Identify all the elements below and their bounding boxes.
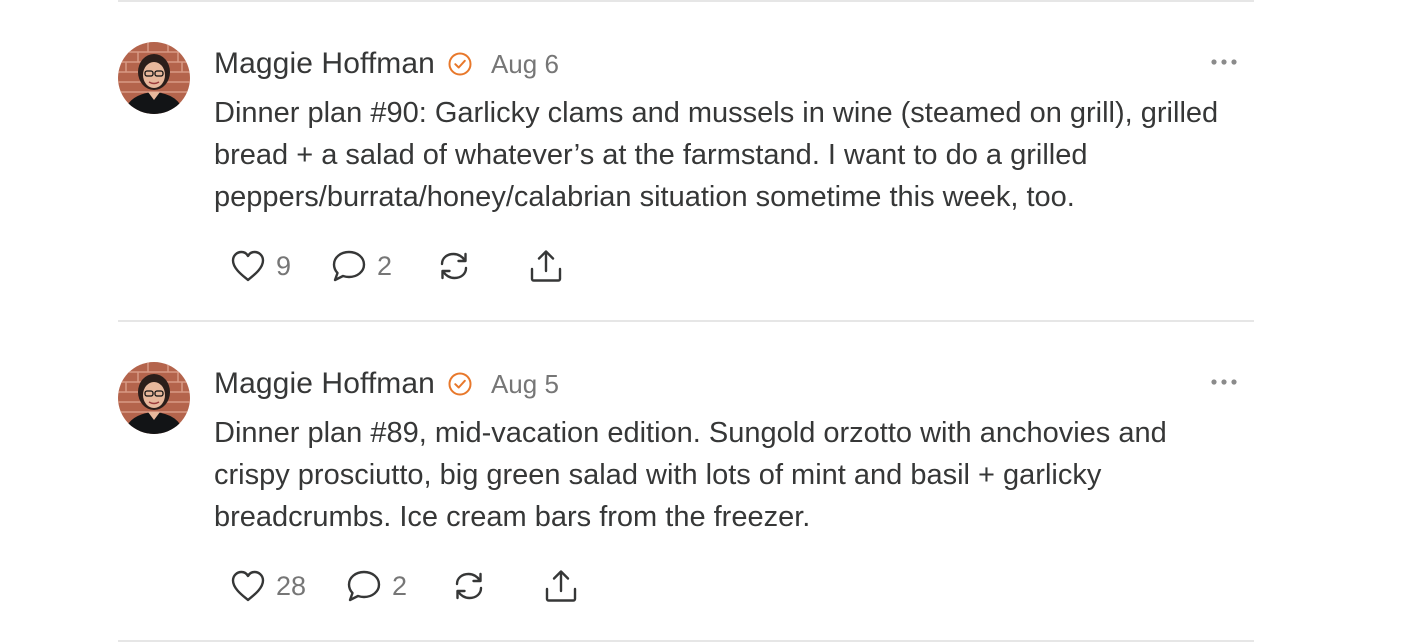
avatar[interactable]: [118, 362, 190, 434]
heart-icon: [230, 569, 266, 603]
post-item[interactable]: Maggie Hoffman Aug 5 Dinner plan #89, mi…: [118, 322, 1254, 640]
restack-icon: [436, 249, 472, 283]
post-item[interactable]: Maggie Hoffman Aug 6 Dinner plan #90: Ga…: [118, 2, 1254, 320]
like-count: 9: [276, 250, 292, 281]
post-date[interactable]: Aug 5: [491, 369, 559, 400]
comment-count: 2: [392, 570, 408, 601]
post-content: Maggie Hoffman Aug 5 Dinner plan #89, mi…: [214, 362, 1254, 538]
action-bar: 28 2: [230, 564, 579, 608]
like-count: 28: [276, 570, 307, 601]
share-button[interactable]: [528, 248, 564, 284]
restack-button[interactable]: [436, 249, 472, 283]
comment-button[interactable]: 2: [331, 249, 392, 283]
comment-bubble-icon: [346, 569, 382, 603]
divider: [118, 640, 1254, 642]
comment-button[interactable]: 2: [346, 569, 407, 603]
post-body: Dinner plan #89, mid-vacation edition. S…: [214, 417, 1167, 533]
like-button[interactable]: 28: [230, 569, 306, 603]
post-content: Maggie Hoffman Aug 6 Dinner plan #90: Ga…: [214, 42, 1254, 218]
post-feed: Maggie Hoffman Aug 6 Dinner plan #90: Ga…: [118, 0, 1254, 642]
post-date[interactable]: Aug 6: [491, 49, 559, 80]
author-name[interactable]: Maggie Hoffman: [214, 47, 435, 81]
verified-check-icon: [447, 51, 473, 77]
like-button[interactable]: 9: [230, 249, 291, 283]
share-button[interactable]: [543, 568, 579, 604]
restack-icon: [451, 569, 487, 603]
more-ellipsis-icon[interactable]: [1210, 374, 1238, 390]
heart-icon: [230, 249, 266, 283]
share-icon: [543, 568, 579, 604]
verified-check-icon: [447, 371, 473, 397]
post-body: Dinner plan #90: Garlicky clams and muss…: [214, 97, 1219, 213]
more-ellipsis-icon[interactable]: [1210, 54, 1238, 70]
restack-button[interactable]: [451, 569, 487, 603]
post-header: Maggie Hoffman Aug 6: [214, 42, 1254, 86]
avatar[interactable]: [118, 42, 190, 114]
share-icon: [528, 248, 564, 284]
action-bar: 9 2: [230, 244, 564, 288]
post-header: Maggie Hoffman Aug 5: [214, 362, 1254, 406]
author-name[interactable]: Maggie Hoffman: [214, 367, 435, 401]
comment-bubble-icon: [331, 249, 367, 283]
comment-count: 2: [377, 250, 393, 281]
